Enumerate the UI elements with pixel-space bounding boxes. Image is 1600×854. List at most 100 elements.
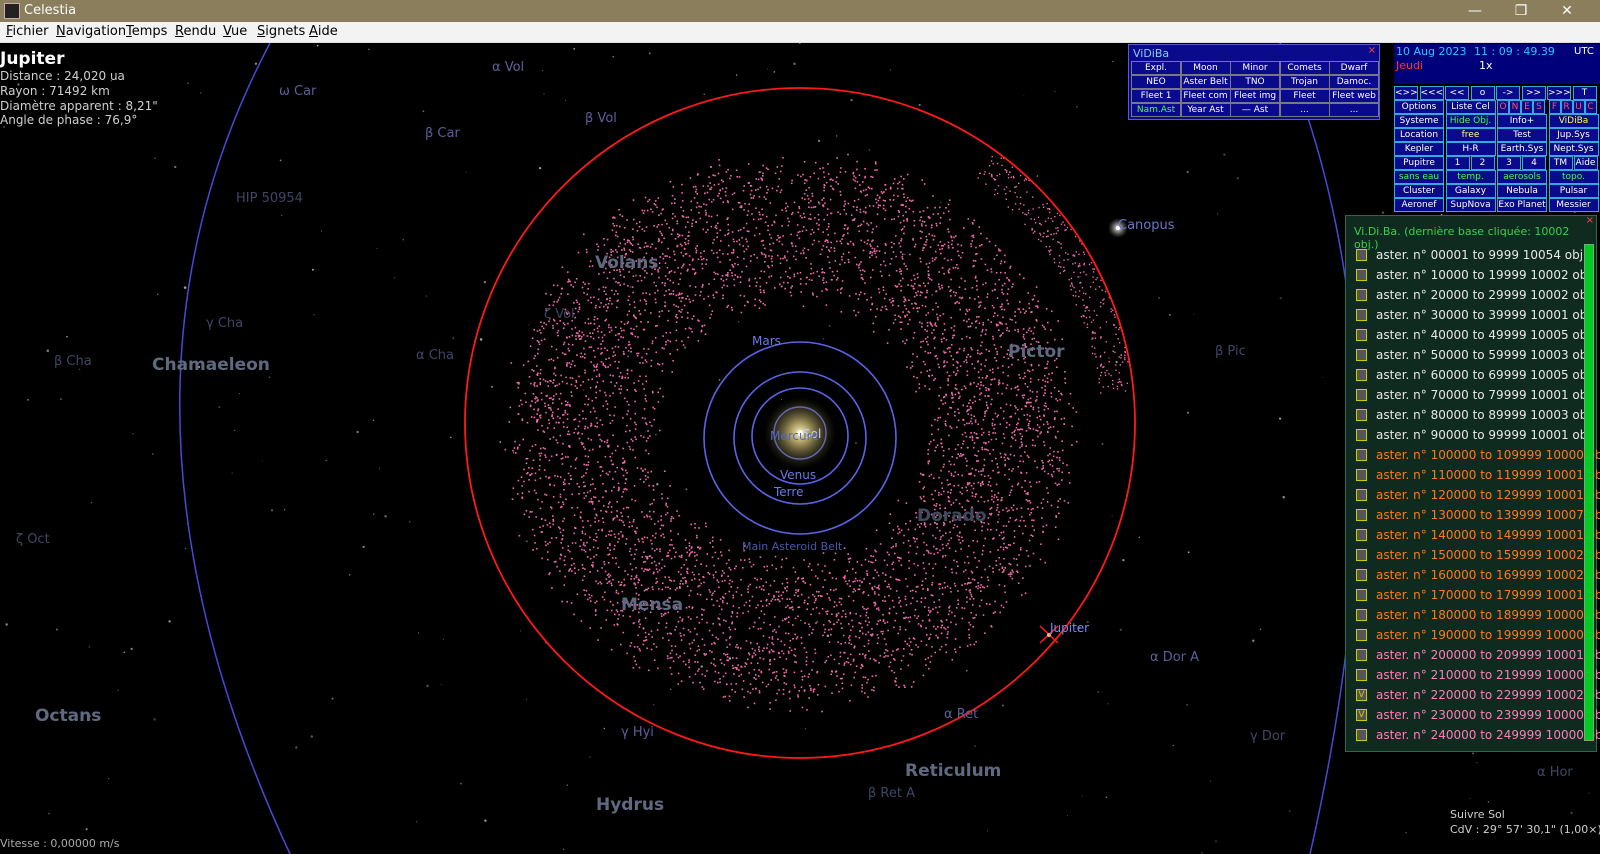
- asteroid-base-row[interactable]: aster. n° 90000 to 99999 10001 obj.: [1354, 426, 1595, 446]
- time-control-0[interactable]: <>>: [1394, 86, 1418, 100]
- asteroid-base-checkbox[interactable]: [1356, 369, 1367, 381]
- asteroid-base-row[interactable]: aster. n° 150000 to 159999 10002 obj.: [1354, 546, 1600, 566]
- flag-button-r[interactable]: R: [1560, 100, 1573, 114]
- control-button-options[interactable]: Options: [1394, 100, 1444, 114]
- time-control-6[interactable]: >>>: [1547, 86, 1571, 100]
- time-control-2[interactable]: <<: [1445, 86, 1469, 100]
- control-button-tm[interactable]: TM: [1548, 156, 1573, 170]
- flag-button-e[interactable]: E: [1521, 100, 1533, 114]
- time-control-7[interactable]: T: [1572, 86, 1597, 100]
- vidiba-button-3-3[interactable]: ...: [1279, 103, 1330, 117]
- vidiba-button-2-0[interactable]: Fleet 1: [1131, 89, 1181, 103]
- vidiba-button-0-4[interactable]: Dwarf: [1329, 61, 1379, 75]
- flag-button-c[interactable]: C: [1584, 100, 1597, 114]
- control-button-hide-obj-[interactable]: Hide Obj.: [1445, 114, 1496, 128]
- vidiba-button-1-4[interactable]: Damoc.: [1329, 75, 1379, 89]
- control-button-test[interactable]: Test: [1497, 128, 1547, 142]
- asteroid-base-row[interactable]: Vaster. n° 230000 to 239999 10000 obj.: [1354, 706, 1600, 726]
- asteroid-base-checkbox[interactable]: [1356, 389, 1367, 401]
- asteroid-base-checkbox[interactable]: [1356, 649, 1367, 661]
- asteroid-base-checkbox[interactable]: [1356, 429, 1367, 441]
- vidiba-close-button[interactable]: ×: [1368, 45, 1376, 56]
- flag-button-o[interactable]: O: [1497, 100, 1509, 114]
- minimize-button[interactable]: —: [1452, 0, 1498, 22]
- vidiba-button-3-2[interactable]: — Ast: [1230, 103, 1280, 117]
- asteroid-base-checkbox[interactable]: [1356, 469, 1367, 481]
- asteroid-base-row[interactable]: aster. n° 140000 to 149999 10001 obj.: [1354, 526, 1600, 546]
- asteroid-base-row[interactable]: aster. n° 70000 to 79999 10001 obj.: [1354, 386, 1595, 406]
- asteroid-base-checkbox[interactable]: [1356, 549, 1367, 561]
- vidiba-button-3-1[interactable]: Year Ast: [1180, 103, 1231, 117]
- asteroid-base-checkbox[interactable]: [1356, 669, 1367, 681]
- asteroid-base-row[interactable]: aster. n° 40000 to 49999 10005 obj.: [1354, 326, 1595, 346]
- flag-button-n[interactable]: N: [1509, 100, 1521, 114]
- vidiba-button-2-4[interactable]: Fleet web: [1329, 89, 1379, 103]
- control-button-liste-cel[interactable]: Liste Cel: [1445, 100, 1496, 114]
- asteroid-base-row[interactable]: aster. n° 160000 to 169999 10002 obj.: [1354, 566, 1600, 586]
- asteroid-base-checkbox[interactable]: [1356, 489, 1367, 501]
- asteroid-base-row[interactable]: aster. n° 60000 to 69999 10005 obj.: [1354, 366, 1595, 386]
- asteroid-base-row[interactable]: aster. n° 20000 to 29999 10002 obj.: [1354, 286, 1595, 306]
- control-button-aide[interactable]: Aide: [1573, 156, 1598, 170]
- menu-navigation[interactable]: Navigation: [56, 24, 126, 39]
- asteroid-base-row[interactable]: Vaster. n° 220000 to 229999 10002 obj.: [1354, 686, 1600, 706]
- control-button-jup-sys[interactable]: Jup.Sys: [1548, 128, 1599, 142]
- control-button-aerosols[interactable]: aerosols: [1497, 170, 1547, 184]
- time-control-4[interactable]: ->: [1496, 86, 1520, 100]
- close-button[interactable]: ✕: [1544, 0, 1590, 22]
- control-button-h-r[interactable]: H-R: [1445, 142, 1496, 156]
- asteroid-base-row[interactable]: aster. n° 10000 to 19999 10002 obj.: [1354, 266, 1595, 286]
- vidiba-button-2-1[interactable]: Fleet com: [1180, 89, 1231, 103]
- time-control-1[interactable]: <<<: [1419, 86, 1444, 100]
- vidiba-button-2-2[interactable]: Fleet img: [1230, 89, 1280, 103]
- vidiba-button-1-0[interactable]: NEO: [1131, 75, 1181, 89]
- asteroid-base-row[interactable]: aster. n° 170000 to 179999 10001 obj.: [1354, 586, 1600, 606]
- asteroid-base-row[interactable]: aster. n° 50000 to 59999 10003 obj.: [1354, 346, 1595, 366]
- flag-button-f[interactable]: F: [1548, 100, 1561, 114]
- control-button-1[interactable]: 1: [1445, 156, 1470, 170]
- control-button-location[interactable]: Location: [1394, 128, 1444, 142]
- asteroid-base-checkbox[interactable]: V: [1356, 689, 1367, 701]
- asteroid-base-row[interactable]: aster. n° 210000 to 219999 10000 obj.: [1354, 666, 1600, 686]
- asteroid-base-row[interactable]: aster. n° 190000 to 199999 10000 obj.: [1354, 626, 1600, 646]
- asteroid-base-checkbox[interactable]: [1356, 729, 1367, 741]
- control-button-nebula[interactable]: Nebula: [1497, 184, 1547, 198]
- asteroid-base-checkbox[interactable]: [1356, 409, 1367, 421]
- control-button-sans-eau[interactable]: sans eau: [1394, 170, 1444, 184]
- asteroid-base-row[interactable]: aster. n° 180000 to 189999 10000 obj.: [1354, 606, 1600, 626]
- control-button-galaxy[interactable]: Galaxy: [1445, 184, 1496, 198]
- asteroid-base-row[interactable]: aster. n° 00001 to 9999 10054 obj.: [1354, 246, 1587, 266]
- control-button-pupitre[interactable]: Pupitre: [1394, 156, 1444, 170]
- asteroid-base-checkbox[interactable]: [1356, 269, 1367, 281]
- control-button-exo-planet[interactable]: Exo Planet: [1497, 198, 1547, 212]
- vidiba-button-1-1[interactable]: Aster Belt: [1180, 75, 1231, 89]
- vidiba-button-0-1[interactable]: Moon: [1180, 61, 1231, 75]
- time-control-5[interactable]: >>: [1521, 86, 1546, 100]
- control-button-temp-[interactable]: temp.: [1445, 170, 1496, 184]
- control-button-2[interactable]: 2: [1470, 156, 1495, 170]
- panel-close-button[interactable]: ×: [1586, 215, 1594, 226]
- asteroid-base-checkbox[interactable]: [1356, 569, 1367, 581]
- asteroid-base-row[interactable]: aster. n° 100000 to 109999 10000 obj.: [1354, 446, 1600, 466]
- control-button-4[interactable]: 4: [1522, 156, 1546, 170]
- control-button-vidiba[interactable]: ViDiBa: [1548, 114, 1599, 128]
- control-button-topo-[interactable]: topo.: [1548, 170, 1599, 184]
- asteroid-base-checkbox[interactable]: [1356, 529, 1367, 541]
- asteroid-base-checkbox[interactable]: [1356, 609, 1367, 621]
- asteroid-base-checkbox[interactable]: [1356, 249, 1367, 261]
- control-button-info-[interactable]: Info+: [1497, 114, 1547, 128]
- vidiba-button-3-4[interactable]: ...: [1329, 103, 1379, 117]
- control-button-earth-sys[interactable]: Earth.Sys: [1497, 142, 1547, 156]
- menu-signets[interactable]: Signets: [257, 24, 305, 39]
- asteroid-base-checkbox[interactable]: [1356, 289, 1367, 301]
- menu-aide[interactable]: Aide: [309, 24, 338, 39]
- asteroid-base-row[interactable]: aster. n° 130000 to 139999 10007 obj.: [1354, 506, 1600, 526]
- asteroid-base-row[interactable]: aster. n° 200000 to 209999 10001 obj.: [1354, 646, 1600, 666]
- vidiba-button-0-0[interactable]: Expl.: [1131, 61, 1181, 75]
- panel-scrollbar[interactable]: [1584, 244, 1594, 741]
- control-button-3[interactable]: 3: [1497, 156, 1521, 170]
- control-button-messier[interactable]: Messier: [1548, 198, 1599, 212]
- asteroid-base-checkbox[interactable]: [1356, 589, 1367, 601]
- flag-button-u[interactable]: U: [1572, 100, 1585, 114]
- asteroid-base-checkbox[interactable]: [1356, 509, 1367, 521]
